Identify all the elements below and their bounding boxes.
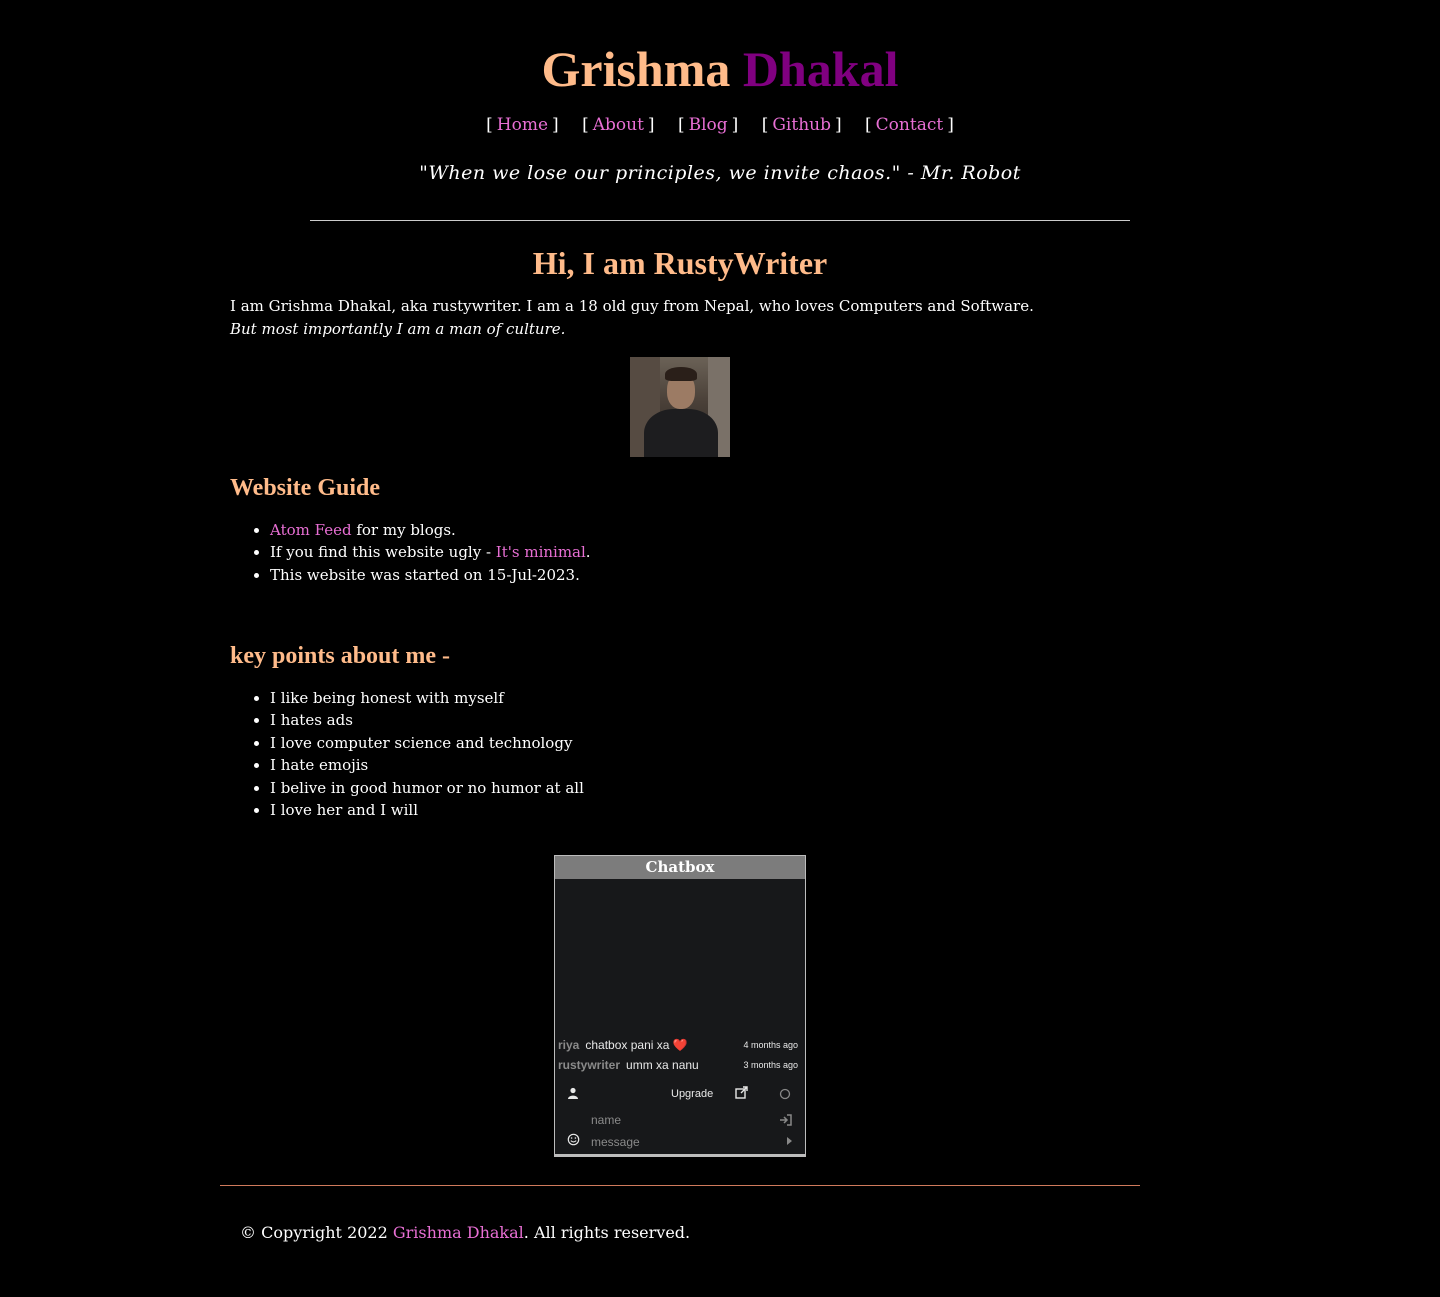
nav-bracket-open: [ <box>582 115 589 135</box>
nav-bracket-close: ] <box>647 115 655 135</box>
atom-feed-link[interactable]: Atom Feed <box>270 521 352 539</box>
intro-paragraph: I am Grishma Dhakal, aka rustywriter. I … <box>230 295 1130 341</box>
keypoints-list: I like being honest with myself I hates … <box>230 687 1130 821</box>
its-minimal-link[interactable]: It's minimal <box>496 543 586 561</box>
footer-author-link[interactable]: Grishma Dhakal <box>393 1223 524 1242</box>
name-input[interactable]: name <box>591 1113 781 1127</box>
list-item: I belive in good humor or no humor at al… <box>270 777 1130 799</box>
nav-item-github: [Github] <box>762 112 842 138</box>
chat-text: chatbox pani xa ❤️ <box>585 1038 688 1052</box>
nav-bracket-open: [ <box>865 115 872 135</box>
nav-link-contact[interactable]: Contact <box>872 115 948 135</box>
nav-link-blog[interactable]: Blog <box>685 115 732 135</box>
chatbox: Chatbox riya chatbox pani xa ❤️ 4 months … <box>554 855 806 1157</box>
nav-item-contact: [Contact] <box>865 112 954 138</box>
list-item-text: If you find this website ugly - <box>270 543 496 562</box>
list-item: I hate emojis <box>270 754 1130 776</box>
site-title-first-name: Grishma <box>541 41 731 97</box>
chat-username[interactable]: rustywriter <box>558 1058 620 1072</box>
nav-bracket-open: [ <box>486 115 493 135</box>
list-item: Atom Feed for my blogs. <box>270 519 1130 541</box>
nav-bracket-open: [ <box>677 115 685 135</box>
footer-copyright: © Copyright 2022 <box>240 1223 393 1242</box>
intro-italic-text: But most importantly I am a man of cultu… <box>230 320 566 338</box>
chatbox-bottom-border <box>555 1154 805 1156</box>
header-divider <box>310 220 1130 221</box>
upgrade-link[interactable]: Upgrade <box>671 1088 713 1100</box>
footer-rights: . All rights reserved. <box>523 1223 691 1242</box>
nav-bracket-close: ] <box>731 115 739 135</box>
chat-timestamp: 4 months ago <box>743 1040 798 1050</box>
site-title-last-name: Dhakal <box>742 41 899 97</box>
hero-heading: Hi, I am RustyWriter <box>532 245 828 281</box>
chat-text: umm xa nanu <box>626 1058 699 1072</box>
user-icon[interactable] <box>567 1087 579 1102</box>
keypoints-heading: key points about me - <box>230 643 451 669</box>
list-item: This website was started on 15-Jul-2023. <box>270 564 1130 586</box>
intro-text: I am Grishma Dhakal, aka rustywriter. I … <box>230 297 1034 315</box>
list-item-text: . <box>585 543 591 562</box>
list-item-text: for my blogs. <box>351 521 456 539</box>
nav-item-home: [Home] <box>486 112 559 138</box>
site-title: Grishma Dhakal <box>0 38 1440 100</box>
header-quote: "When we lose our principles, we invite … <box>419 162 1021 184</box>
emoji-icon[interactable] <box>567 1133 580 1149</box>
nav-bracket-close: ] <box>834 115 842 135</box>
nav-link-home[interactable]: Home <box>493 115 552 135</box>
guide-list: Atom Feed for my blogs. If you find this… <box>230 519 1130 586</box>
chat-message: rustywriter umm xa nanu 3 months ago <box>558 1057 798 1073</box>
nav-bracket-close: ] <box>947 115 954 135</box>
nav-item-blog: [Blog] <box>678 112 738 138</box>
chat-message: riya chatbox pani xa ❤️ 4 months ago <box>558 1037 798 1053</box>
list-item: If you find this website ugly - It's min… <box>270 541 1130 563</box>
list-item: I love computer science and technology <box>270 732 1130 754</box>
footer: © Copyright 2022 Grishma Dhakal. All rig… <box>240 1220 690 1246</box>
nav-item-about: [About] <box>582 112 654 138</box>
avatar <box>630 357 730 457</box>
list-item: I like being honest with myself <box>270 687 1130 709</box>
send-icon[interactable] <box>786 1135 794 1149</box>
chat-timestamp: 3 months ago <box>743 1060 798 1070</box>
list-item: I love her and I will <box>270 799 1130 821</box>
chat-username[interactable]: riya <box>558 1038 579 1052</box>
nav-link-about[interactable]: About <box>589 115 648 135</box>
nav-bracket-close: ] <box>552 115 559 135</box>
message-input[interactable]: message <box>591 1135 781 1149</box>
status-circle-icon[interactable] <box>779 1088 791 1103</box>
external-link-icon[interactable] <box>735 1086 748 1102</box>
guide-heading: Website Guide <box>230 475 381 501</box>
list-item: I hates ads <box>270 709 1130 731</box>
login-icon[interactable] <box>779 1114 792 1129</box>
nav-link-github[interactable]: Github <box>768 115 835 135</box>
footer-divider <box>220 1185 1140 1186</box>
chatbox-title: Chatbox <box>555 856 805 879</box>
main-nav: [Home] [About] [Blog] [Github] [Contact] <box>0 112 1440 138</box>
